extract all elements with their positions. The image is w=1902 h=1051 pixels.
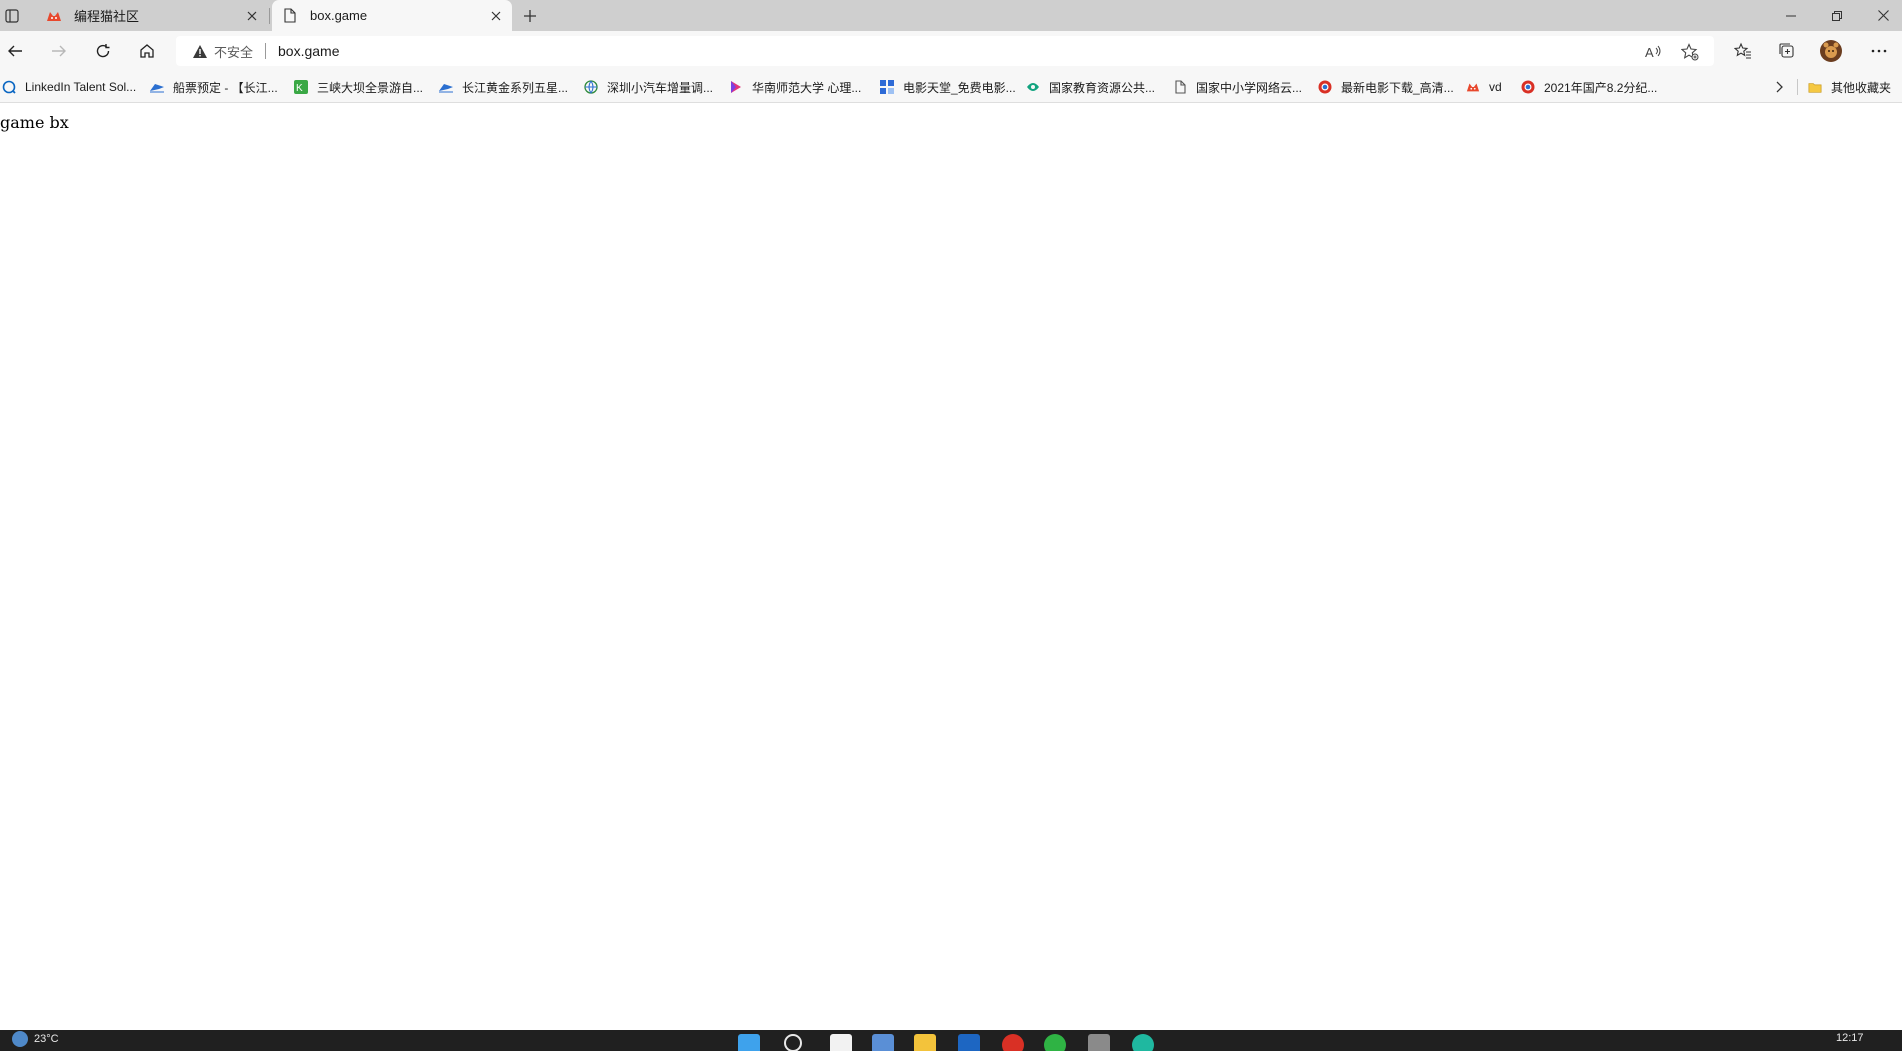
restore-button[interactable] xyxy=(1814,0,1860,31)
bookmark-label: 深圳小汽车增量调... xyxy=(607,80,714,95)
bookmark-label: vd xyxy=(1489,80,1502,94)
back-button[interactable] xyxy=(1,37,29,65)
ship-icon xyxy=(150,80,164,94)
chrome-icon xyxy=(1521,80,1535,94)
browser-window: 编程猫社区 box.game 不安全 box.game A LinkedIn T… xyxy=(0,0,1902,1051)
search-icon[interactable] xyxy=(784,1034,802,1051)
new-tab-button[interactable] xyxy=(518,4,542,28)
folder-icon xyxy=(1808,80,1822,94)
other-bookmarks-folder[interactable]: 其他收藏夹 xyxy=(1808,78,1891,96)
tab-strip: 编程猫社区 box.game xyxy=(0,0,1902,31)
codemao-icon xyxy=(1466,80,1480,94)
bookmarks-bar: LinkedIn Talent Sol... 船票预定 - 【长江... K 三… xyxy=(0,71,1902,103)
bookmark-scnu[interactable]: 华南师范大学 心理... xyxy=(729,78,861,96)
ship-icon xyxy=(439,80,453,94)
close-tab-icon[interactable] xyxy=(242,6,262,26)
bookmark-label: 华南师范大学 心理... xyxy=(752,80,862,95)
tab-separator xyxy=(269,8,270,24)
edge-taskbar-icon[interactable] xyxy=(1132,1034,1154,1051)
bookmark-label: 电影天堂_免费电影... xyxy=(903,80,1016,95)
bookmark-vd[interactable]: vd xyxy=(1466,78,1502,96)
widgets-icon[interactable] xyxy=(872,1034,894,1051)
bookmark-label: 2021年国产8.2分纪... xyxy=(1544,80,1658,95)
bookmark-label: 最新电影下载_高清... xyxy=(1341,80,1454,95)
forward-button[interactable] xyxy=(45,37,73,65)
collections-icon[interactable] xyxy=(1773,37,1801,65)
warning-icon[interactable] xyxy=(192,43,208,59)
tab-codemao[interactable]: 编程猫社区 xyxy=(36,0,268,31)
tab-actions-icon[interactable] xyxy=(0,4,24,28)
bookmark-2021-docs[interactable]: 2021年国产8.2分纪... xyxy=(1521,78,1657,96)
bookmark-latest-movies[interactable]: 最新电影下载_高清... xyxy=(1318,78,1454,96)
page-icon xyxy=(282,8,298,24)
favorites-icon[interactable] xyxy=(1729,37,1757,65)
tab-box-game[interactable]: box.game xyxy=(272,0,512,31)
address-bar[interactable]: 不安全 box.game A xyxy=(176,36,1714,66)
close-tab-icon[interactable] xyxy=(486,6,506,26)
weather-temp: 23°C xyxy=(34,1033,59,1045)
bookmark-label: 长江黄金系列五星... xyxy=(462,80,569,95)
tab-title: box.game xyxy=(310,8,368,23)
other-bookmarks-label: 其他收藏夹 xyxy=(1831,80,1892,95)
svg-text:A: A xyxy=(1645,45,1654,60)
bookmark-label: 国家中小学网络云... xyxy=(1196,80,1303,95)
home-button[interactable] xyxy=(133,37,161,65)
url-text[interactable]: box.game xyxy=(278,43,339,59)
bookmark-linkedin[interactable]: LinkedIn Talent Sol... xyxy=(2,78,136,96)
weather-widget[interactable]: 23°C xyxy=(12,1031,59,1047)
wechat-icon[interactable] xyxy=(1044,1034,1066,1051)
chrome-taskbar-icon[interactable] xyxy=(1002,1034,1024,1051)
linkedin-icon xyxy=(2,80,16,94)
close-window-button[interactable] xyxy=(1860,0,1902,31)
bookmark-edu-resources[interactable]: 国家教育资源公共... xyxy=(1026,78,1155,96)
weather-icon xyxy=(12,1031,28,1047)
store-icon[interactable] xyxy=(958,1034,980,1051)
leaf-icon xyxy=(1026,80,1040,94)
clock[interactable]: 12:17 xyxy=(1836,1032,1864,1044)
page-icon xyxy=(1173,80,1187,94)
add-favorite-icon[interactable] xyxy=(1681,43,1699,61)
codemao-favicon-icon xyxy=(46,8,62,24)
grid-icon xyxy=(880,80,894,94)
navigation-toolbar: 不安全 box.game A xyxy=(0,31,1902,71)
bookmark-label: 三峡大坝全景游自... xyxy=(317,80,424,95)
green-square-icon: K xyxy=(294,80,308,94)
bookmark-label: LinkedIn Talent Sol... xyxy=(25,80,137,94)
start-icon[interactable] xyxy=(738,1034,760,1051)
globe-icon xyxy=(584,80,598,94)
bookmark-label: 船票预定 - 【长江... xyxy=(173,80,278,95)
bookmark-shenzhen-car[interactable]: 深圳小汽车增量调... xyxy=(584,78,713,96)
read-aloud-icon[interactable]: A xyxy=(1645,43,1663,61)
page-content: game bx xyxy=(0,104,1902,1030)
security-label[interactable]: 不安全 xyxy=(214,42,253,61)
task-view-icon[interactable] xyxy=(830,1034,852,1051)
more-menu-icon[interactable] xyxy=(1865,37,1893,65)
taskbar: 23°C 12:17 xyxy=(0,1030,1902,1051)
bookmark-school-cloud[interactable]: 国家中小学网络云... xyxy=(1173,78,1302,96)
bookmark-ship-booking[interactable]: 船票预定 - 【长江... xyxy=(150,78,278,96)
play-icon xyxy=(729,80,743,94)
address-divider xyxy=(265,43,267,59)
page-body-text: game bx xyxy=(0,113,69,132)
bookmark-label: 国家教育资源公共... xyxy=(1049,80,1156,95)
tab-title: 编程猫社区 xyxy=(74,9,140,24)
refresh-button[interactable] xyxy=(89,37,117,65)
profile-avatar[interactable] xyxy=(1817,37,1845,65)
bookmark-yangtze-cruise[interactable]: 长江黄金系列五星... xyxy=(439,78,568,96)
chevron-right-icon[interactable] xyxy=(1770,78,1790,96)
bookmark-three-gorges[interactable]: K 三峡大坝全景游自... xyxy=(294,78,423,96)
bookmarks-separator xyxy=(1797,79,1798,95)
file-explorer-icon[interactable] xyxy=(914,1034,936,1051)
app-icon[interactable] xyxy=(1088,1034,1110,1051)
minimize-button[interactable] xyxy=(1768,0,1814,31)
svg-text:K: K xyxy=(296,83,303,94)
bookmark-movie-heaven[interactable]: 电影天堂_免费电影... xyxy=(880,78,1016,96)
chrome-icon xyxy=(1318,80,1332,94)
